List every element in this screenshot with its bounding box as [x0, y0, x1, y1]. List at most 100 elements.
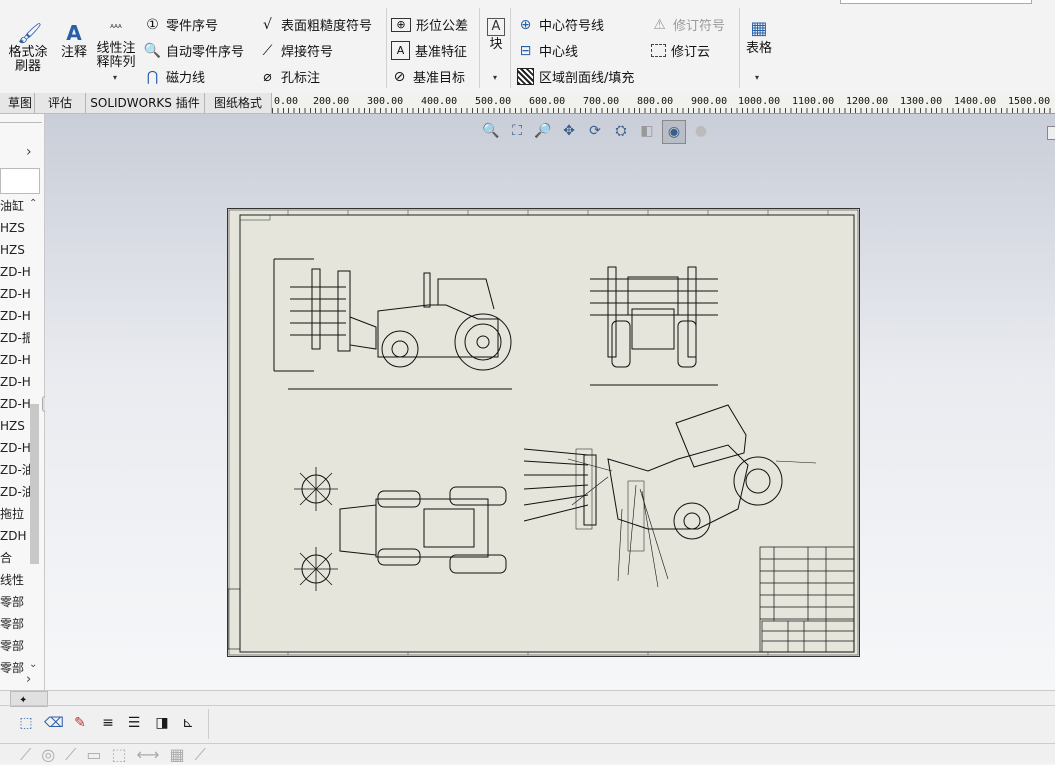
- area-hatch-button[interactable]: 区域剖面线/填充: [517, 67, 634, 86]
- tree-item-label: 线性: [0, 573, 25, 587]
- view-orientation-icon[interactable]: ◧: [636, 120, 658, 142]
- tolerance-icon: ⊕: [391, 17, 411, 32]
- tree-item-label: ZD-油: [0, 485, 30, 499]
- datum-feature-button[interactable]: A 基准特征: [391, 41, 467, 60]
- chevron-down-icon[interactable]: ▾: [493, 73, 497, 82]
- rotate-icon[interactable]: ⟳: [584, 120, 606, 142]
- ruler-label: 400.00: [421, 96, 458, 107]
- tree-item-label: HZS: [0, 243, 25, 257]
- tree-item[interactable]: HZS: [0, 415, 30, 437]
- weld-symbol-button[interactable]: ⟋ 焊接符号: [259, 41, 333, 61]
- tree-item[interactable]: ZD-H: [0, 393, 30, 415]
- tree-item[interactable]: ZDH: [0, 525, 30, 547]
- line-style-icon[interactable]: ☰: [124, 713, 144, 733]
- heads-up-view-toolbar: 🔍 ⛶ 🔎 ✥ ⟳ ⛭ ◧ ◉ ●: [480, 120, 712, 144]
- tree-item[interactable]: ZD-H: [0, 283, 30, 305]
- scroll-down-icon[interactable]: ⌄: [29, 659, 37, 670]
- tree-item[interactable]: 拖拉: [0, 503, 30, 525]
- linear-pattern-button[interactable]: ᴬᴬᴬ 线性注释阵列: [94, 18, 138, 70]
- tree-item[interactable]: 零部: [0, 657, 30, 679]
- zoom-in-out-icon[interactable]: 🔎: [532, 120, 554, 142]
- tree-item[interactable]: ZD-H: [0, 305, 30, 327]
- pan-icon[interactable]: ✥: [558, 120, 580, 142]
- revision-symbol-button[interactable]: ⚠ 修订符号: [651, 15, 725, 35]
- chevron-right-icon[interactable]: ›: [26, 144, 32, 160]
- format-painter-button[interactable]: 🖌 格式涂刷器: [6, 22, 50, 74]
- geometric-tolerance-button[interactable]: ⊕ 形位公差: [391, 15, 468, 34]
- divider: [0, 705, 1055, 706]
- zoom-to-area-icon[interactable]: ⛶: [506, 120, 528, 142]
- tree-item[interactable]: ZD-H: [0, 261, 30, 283]
- tab-solidworks-addins[interactable]: SOLIDWORKS 插件: [86, 93, 205, 113]
- datum-target-icon: ⊘: [393, 68, 406, 85]
- tree-item-label: ZD-H: [0, 309, 30, 323]
- linear-pattern-label: 线性注释阵列: [96, 41, 136, 70]
- datum-target-button[interactable]: ⊘ 基准目标: [391, 67, 465, 87]
- centerline-button[interactable]: ⊟ 中心线: [517, 41, 578, 61]
- separator: [479, 8, 480, 88]
- surface-finish-icon: √: [263, 16, 272, 33]
- tree-item-label: 零部: [0, 617, 25, 631]
- center-mark-button[interactable]: ⊕ 中心符号线: [517, 15, 605, 35]
- tree-item-label: 零部: [0, 661, 25, 675]
- tree-item[interactable]: 零部: [0, 635, 30, 657]
- eraser-icon[interactable]: ⌫: [44, 713, 64, 733]
- display-style-icon[interactable]: ◉: [662, 120, 686, 144]
- tree-item[interactable]: 零部: [0, 591, 30, 613]
- filter-input[interactable]: [0, 168, 40, 194]
- tab-sketch[interactable]: 草图: [0, 93, 35, 113]
- bottom-toolbar-area: ✦ ⬚ ⌫ ✎ ≡ ☰ ◨ ⊾ ⟋◎⟋▭⬚⟷▦⟋: [0, 690, 1055, 765]
- block-label: 块: [489, 37, 503, 52]
- tree-item[interactable]: ZD-H: [0, 371, 30, 393]
- tree-item-label: ZD-油: [0, 463, 30, 477]
- scroll-up-icon[interactable]: ⌃: [29, 198, 37, 209]
- tree-item-label: ZD-H: [0, 353, 30, 367]
- tree-item[interactable]: HZS: [0, 217, 30, 239]
- scrollbar-thumb[interactable]: [30, 404, 39, 564]
- tree-item[interactable]: ZD-油: [0, 481, 30, 503]
- search-box-edge[interactable]: [840, 0, 1032, 4]
- magnet-icon: ⋂: [146, 68, 159, 85]
- tree-item[interactable]: 合: [0, 547, 30, 569]
- chevron-down-icon[interactable]: ▾: [755, 73, 759, 82]
- hole-callout-button[interactable]: ⌀ 孔标注: [259, 67, 320, 87]
- tree-item-label: 零部: [0, 639, 25, 653]
- tab-evaluate[interactable]: 评估: [35, 93, 86, 113]
- tree-item[interactable]: ZD-H: [0, 349, 30, 371]
- auto-balloon-label: 自动零件序号: [166, 45, 245, 60]
- block-button[interactable]: A 块: [484, 18, 508, 52]
- tree-item[interactable]: ZD-H: [0, 437, 30, 459]
- revision-cloud-button[interactable]: 修订云: [651, 41, 710, 60]
- center-mark-label: 中心符号线: [539, 19, 605, 34]
- layer-icon[interactable]: ⬚: [16, 713, 36, 733]
- hide-edge-icon[interactable]: ◨: [152, 713, 172, 733]
- tree-item[interactable]: ZD-油: [0, 459, 30, 481]
- drawing-sheet[interactable]: [227, 208, 860, 657]
- tree-item[interactable]: ZD-振: [0, 327, 30, 349]
- tree-item-label: ZDH: [0, 529, 27, 543]
- chevron-down-icon[interactable]: ▾: [113, 73, 117, 82]
- color-pen-icon[interactable]: ✎: [70, 713, 90, 733]
- surface-finish-button[interactable]: √ 表面粗糙度符号: [259, 15, 372, 35]
- annotation-button[interactable]: A 注释: [58, 22, 90, 60]
- table-button[interactable]: ▦ 表格: [743, 18, 775, 56]
- ruler-ticks: [272, 108, 1055, 113]
- magnetic-line-button[interactable]: ⋂ 磁力线: [144, 67, 205, 87]
- balloon-button[interactable]: ① 零件序号: [144, 15, 218, 35]
- revision-cloud-label: 修订云: [671, 45, 711, 60]
- tree-item[interactable]: HZS: [0, 239, 30, 261]
- tree-item[interactable]: 零部: [0, 613, 30, 635]
- tree-item[interactable]: 线性: [0, 569, 30, 591]
- tree-item[interactable]: 油缸: [0, 195, 30, 217]
- align-icon[interactable]: ⊾: [178, 713, 198, 733]
- zoom-to-fit-icon[interactable]: 🔍: [480, 120, 502, 142]
- ruler-label: 200.00: [313, 96, 350, 107]
- ruler: 0.00 200.00 300.00 400.00 500.00 600.00 …: [272, 93, 1055, 114]
- sketch-tools-row[interactable]: ⟋◎⟋▭⬚⟷▦⟋: [20, 745, 216, 765]
- appearance-icon[interactable]: ●: [690, 120, 712, 142]
- auto-balloon-button[interactable]: 🔍 自动零件序号: [144, 41, 245, 61]
- tab-sheet-format[interactable]: 图纸格式: [205, 93, 272, 113]
- line-thickness-icon[interactable]: ≡: [98, 713, 118, 733]
- redraw-icon[interactable]: ⛭: [610, 120, 632, 142]
- collapse-taskpane-icon[interactable]: [1047, 126, 1055, 140]
